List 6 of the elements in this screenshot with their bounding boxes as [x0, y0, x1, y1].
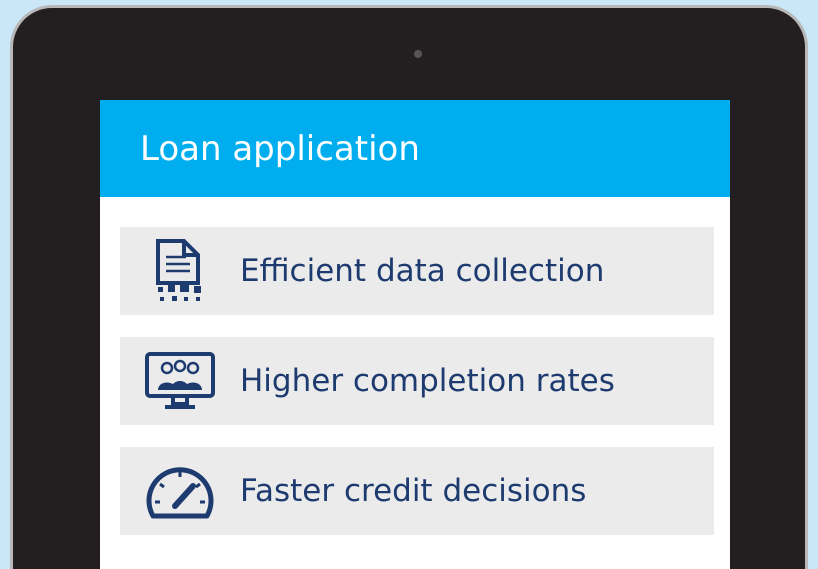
- app-title: Loan application: [140, 128, 420, 168]
- feature-label: Higher completion rates: [240, 363, 615, 399]
- monitor-people-icon: [145, 352, 215, 410]
- feature-label: Efficient data collection: [240, 253, 604, 289]
- camera-icon: [414, 50, 422, 58]
- feature-label: Faster credit decisions: [240, 473, 586, 509]
